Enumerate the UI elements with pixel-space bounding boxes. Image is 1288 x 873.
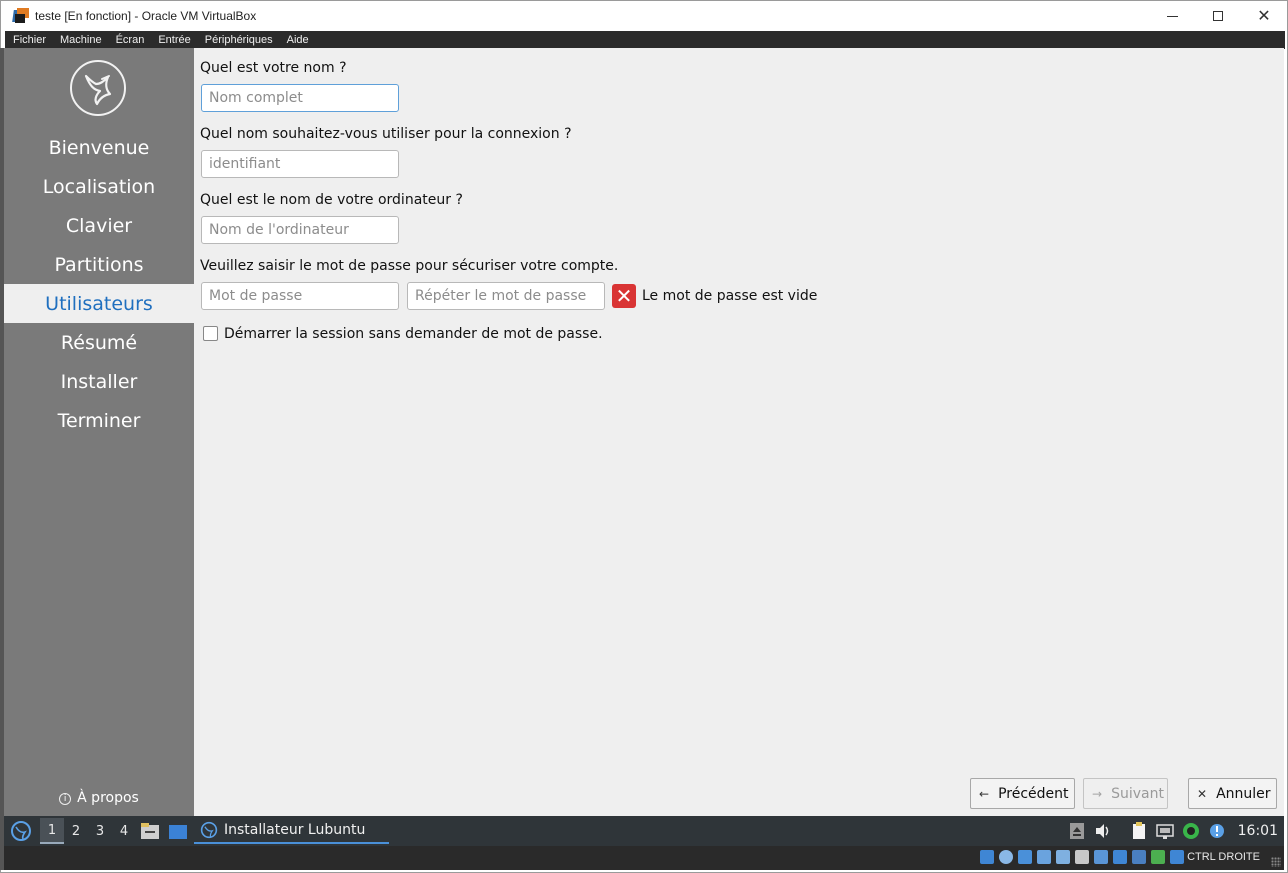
step-installer: Installer	[60, 370, 138, 393]
workspace-2[interactable]: 2	[64, 818, 88, 844]
minimize-button[interactable]	[1149, 1, 1195, 31]
system-tray: 16:01	[1064, 816, 1284, 846]
menu-fichier[interactable]: Fichier	[5, 34, 53, 46]
step-terminer: Terminer	[57, 409, 141, 432]
cancel-button[interactable]: ✕ Annuler	[1188, 778, 1277, 809]
close-button[interactable]: ✕	[1241, 1, 1287, 31]
about-button[interactable]: i À propos	[4, 790, 194, 806]
mouse-integration-icon[interactable]	[1151, 850, 1165, 864]
users-form: Quel est votre nom ? Quel nom souhaitez-…	[200, 48, 1284, 816]
autologin-checkbox[interactable]	[203, 326, 218, 341]
password-repeat-input[interactable]	[407, 282, 605, 310]
error-x-icon: ✕	[612, 284, 636, 308]
title-bar: teste [En fonction] - Oracle VM VirtualB…	[1, 1, 1287, 31]
vbox-menubar: Fichier Machine Écran Entrée Périphériqu…	[5, 31, 1285, 49]
installer-sidebar: Bienvenue Localisation Clavier Partition…	[4, 48, 194, 816]
menu-peripheriques[interactable]: Périphériques	[198, 34, 280, 46]
login-input[interactable]	[201, 150, 399, 178]
menu-entree[interactable]: Entrée	[151, 34, 197, 46]
file-manager-icon[interactable]	[140, 822, 160, 840]
resize-grip-icon[interactable]	[1271, 857, 1281, 867]
step-list: Bienvenue Localisation Clavier Partition…	[4, 128, 194, 440]
back-label: Précédent	[998, 785, 1069, 802]
virtualbox-app-icon	[12, 8, 29, 24]
volume-icon[interactable]	[1094, 822, 1112, 840]
vbox-status-bar: CTRL DROITE	[4, 846, 1284, 870]
step-utilisateurs: Utilisateurs	[4, 284, 194, 323]
password-question: Veuillez saisir le mot de passe pour séc…	[200, 258, 619, 274]
maximize-icon	[1213, 11, 1223, 21]
next-label: Suivant	[1111, 785, 1164, 802]
hostname-input[interactable]	[201, 216, 399, 244]
hostname-question: Quel est le nom de votre ordinateur ?	[200, 192, 463, 208]
window-title: teste [En fonction] - Oracle VM VirtualB…	[35, 9, 257, 23]
notification-icon[interactable]	[1208, 822, 1226, 840]
full-name-input[interactable]	[201, 84, 399, 112]
display-icon[interactable]	[1094, 850, 1108, 864]
usb-icon[interactable]	[1056, 850, 1070, 864]
name-question: Quel est votre nom ?	[200, 60, 347, 76]
next-button[interactable]: → Suivant	[1083, 778, 1168, 809]
menu-aide[interactable]: Aide	[280, 34, 316, 46]
menu-machine[interactable]: Machine	[53, 34, 109, 46]
cpu-icon[interactable]	[1132, 850, 1146, 864]
lubuntu-menu-icon[interactable]	[10, 820, 32, 842]
password-error-text: Le mot de passe est vide	[642, 288, 818, 304]
info-icon: i	[59, 793, 72, 805]
taskbar-item-installer[interactable]: Installateur Lubuntu	[194, 818, 389, 844]
step-partitions: Partitions	[54, 253, 144, 276]
audio-icon[interactable]	[1018, 850, 1032, 864]
arrow-right-icon: →	[1092, 786, 1103, 801]
lubuntu-logo-icon	[70, 60, 126, 116]
updates-icon[interactable]	[1182, 822, 1200, 840]
cancel-label: Annuler	[1216, 785, 1271, 802]
optical-drive-icon[interactable]	[999, 850, 1013, 864]
desktop-icon[interactable]	[168, 822, 188, 840]
arrow-left-icon: ←	[979, 786, 990, 801]
login-question: Quel nom souhaitez-vous utiliser pour la…	[200, 126, 572, 142]
keyboard-capture-icon[interactable]	[1170, 850, 1184, 864]
host-key-label: CTRL DROITE	[1187, 851, 1260, 863]
clock[interactable]: 16:01	[1238, 823, 1278, 839]
step-clavier: Clavier	[65, 214, 133, 237]
task-label: Installateur Lubuntu	[224, 822, 366, 838]
maximize-button[interactable]	[1195, 1, 1241, 31]
cross-icon: ✕	[1197, 786, 1208, 801]
lxqt-panel: 1 2 3 4 Installateur Lubuntu 16:01	[4, 816, 1284, 846]
minimize-icon	[1166, 15, 1178, 17]
network-icon[interactable]	[1155, 822, 1174, 840]
lubuntu-app-icon	[200, 821, 218, 839]
recording-icon[interactable]	[1113, 850, 1127, 864]
hard-disk-icon[interactable]	[980, 850, 994, 864]
workspace-3[interactable]: 3	[88, 818, 112, 844]
network-adapter-icon[interactable]	[1037, 850, 1051, 864]
workspace-1[interactable]: 1	[40, 818, 64, 844]
eject-icon[interactable]	[1068, 822, 1086, 840]
menu-ecran[interactable]: Écran	[109, 34, 152, 46]
autologin-label[interactable]: Démarrer la session sans demander de mot…	[224, 326, 603, 342]
about-label: À propos	[77, 790, 139, 806]
vbox-device-icons	[975, 850, 1184, 864]
shared-folders-icon[interactable]	[1075, 850, 1089, 864]
step-resume: Résumé	[60, 331, 138, 354]
step-localisation: Localisation	[42, 175, 156, 198]
back-button[interactable]: ← Précédent	[970, 778, 1075, 809]
guest-screen: Bienvenue Localisation Clavier Partition…	[4, 48, 1284, 870]
close-icon: ✕	[1257, 6, 1271, 25]
step-bienvenue: Bienvenue	[48, 136, 150, 159]
workspace-4[interactable]: 4	[112, 818, 136, 844]
clipboard-icon[interactable]	[1130, 822, 1148, 840]
password-input[interactable]	[201, 282, 399, 310]
